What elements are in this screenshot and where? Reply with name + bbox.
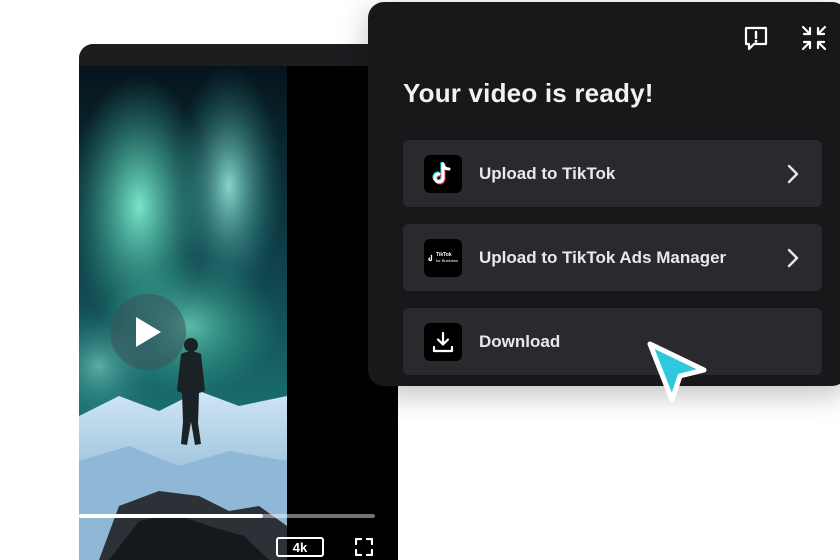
feedback-icon[interactable]: [742, 24, 770, 52]
mouse-pointer-icon: [647, 341, 707, 403]
video-player: 4k: [79, 44, 398, 560]
collapse-icon[interactable]: [800, 24, 828, 52]
option-label: Upload to TikTok: [479, 163, 616, 183]
progress-fill: [79, 514, 263, 518]
download-button[interactable]: Download: [403, 308, 822, 375]
upload-to-tiktok-ads-manager-button[interactable]: TikTok for Business Upload to TikTok Ads…: [403, 224, 822, 291]
panel-title: Your video is ready!: [403, 78, 654, 108]
export-panel: Your video is ready! Upload to TikTok Ti…: [368, 2, 840, 386]
video-frame[interactable]: 4k: [79, 66, 398, 560]
progress-bar[interactable]: [79, 514, 375, 518]
upload-to-tiktok-button[interactable]: Upload to TikTok: [403, 140, 822, 207]
play-icon: [136, 317, 161, 347]
option-label: Upload to TikTok Ads Manager: [479, 247, 727, 267]
tiktok-for-business-logo-icon: TikTok for Business: [424, 238, 462, 277]
fullscreen-icon[interactable]: [355, 538, 373, 556]
chevron-right-icon: [787, 164, 799, 183]
panel-toolbar: [742, 24, 828, 52]
play-button[interactable]: [110, 294, 186, 370]
quality-badge[interactable]: 4k: [276, 537, 324, 557]
chevron-right-icon: [787, 248, 799, 267]
tiktok-logo-icon: [424, 154, 462, 193]
download-icon: [424, 322, 462, 361]
